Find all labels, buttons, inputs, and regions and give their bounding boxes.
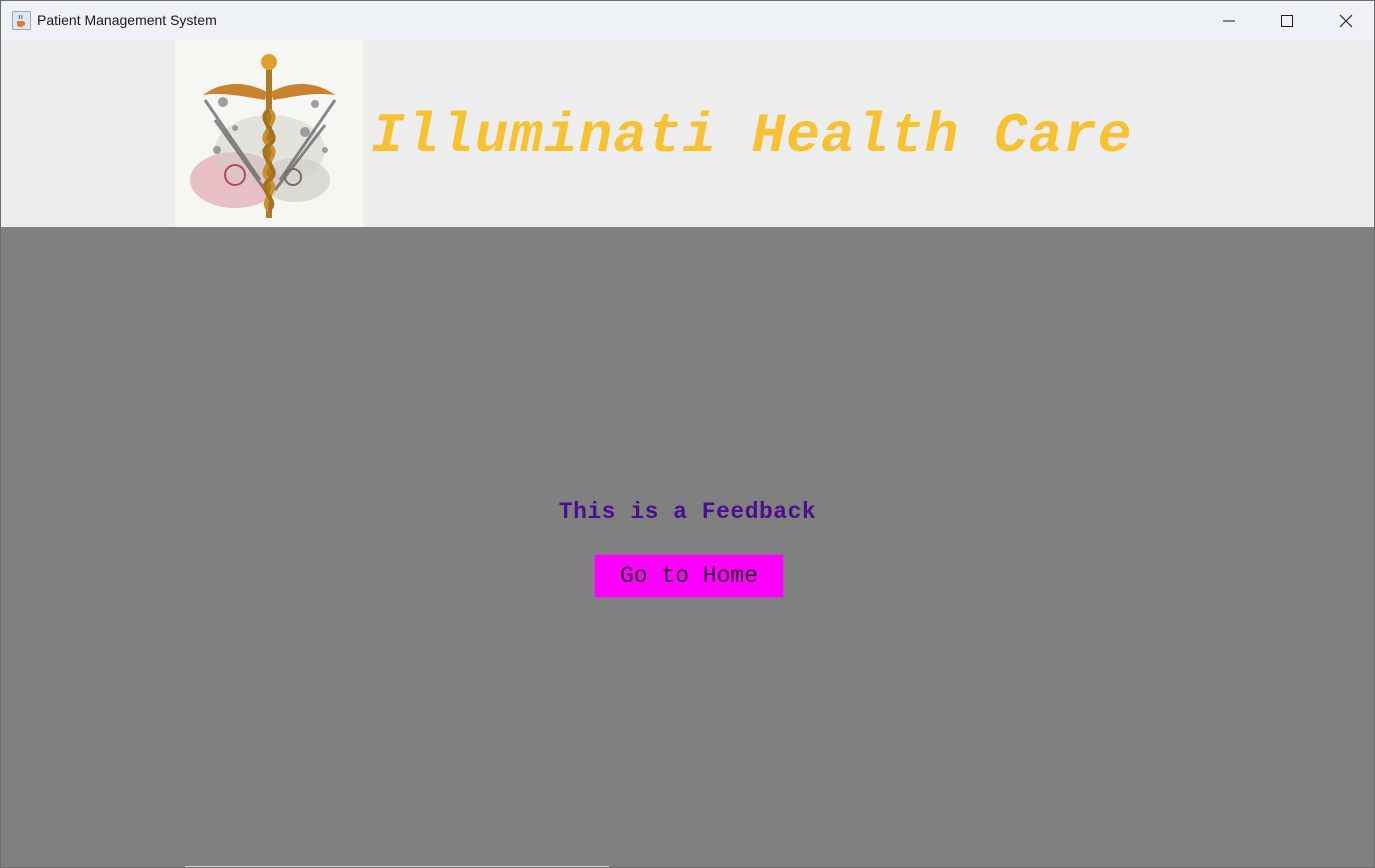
java-cup-icon bbox=[12, 11, 31, 30]
minimize-icon bbox=[1223, 20, 1235, 21]
header-banner: Illuminati Health Care bbox=[1, 40, 1374, 227]
window-title: Patient Management System bbox=[37, 12, 217, 28]
app-window: Patient Management System Illuminati Hea… bbox=[0, 0, 1375, 868]
close-icon bbox=[1339, 14, 1353, 27]
feedback-message: This is a Feedback bbox=[558, 499, 817, 525]
caduceus-logo bbox=[175, 40, 363, 227]
brand-title: Illuminati Health Care bbox=[371, 104, 1133, 168]
title-bar[interactable]: Patient Management System bbox=[1, 1, 1374, 40]
minimize-button[interactable] bbox=[1200, 1, 1258, 40]
maximize-icon bbox=[1281, 14, 1293, 27]
close-button[interactable] bbox=[1317, 1, 1374, 40]
maximize-button[interactable] bbox=[1258, 1, 1316, 40]
go-to-home-button[interactable]: Go to Home bbox=[594, 554, 784, 598]
